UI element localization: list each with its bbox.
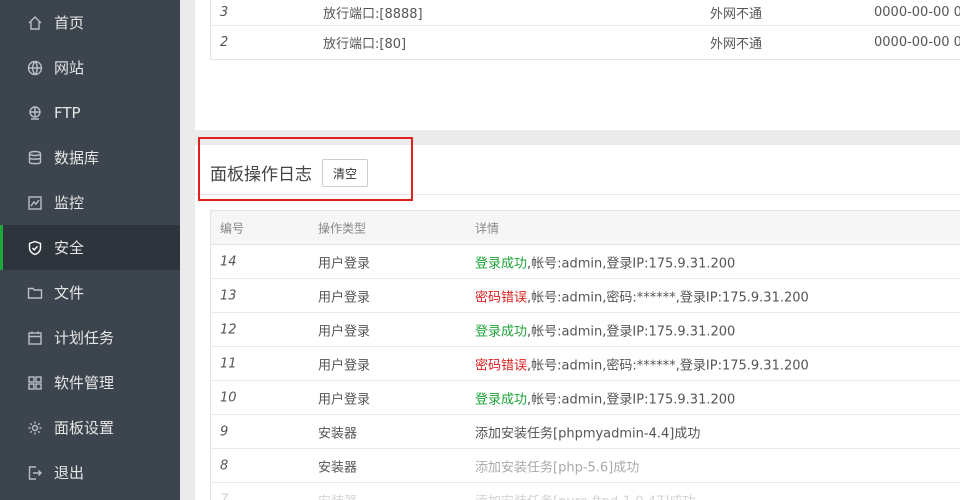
row-detail: 登录成功,帐号:admin,登录IP:175.9.31.200 bbox=[475, 252, 735, 271]
shield-icon bbox=[26, 239, 44, 257]
log-table: 编号 操作类型 详情 14 用户登录 登录成功,帐号:admin,登录IP:17… bbox=[210, 210, 960, 500]
row-time: 0000-00-00 00:0 bbox=[874, 5, 960, 20]
table-row: 13 用户登录 密码错误,帐号:admin,密码:******,登录IP:175… bbox=[211, 279, 960, 313]
sidebar-item-logout[interactable]: 退出 bbox=[0, 450, 180, 495]
sidebar-item-label: 首页 bbox=[54, 14, 85, 32]
table-row: 9 安装器 添加安装任务[phpmyadmin-4.4]成功 bbox=[211, 415, 960, 449]
row-detail: 添加安装任务[phpmyadmin-4.4]成功 bbox=[475, 426, 701, 441]
row-detail: 密码错误,帐号:admin,密码:******,登录IP:175.9.31.20… bbox=[475, 354, 809, 373]
table-header: 编号 操作类型 详情 bbox=[211, 211, 960, 245]
sidebar-item-home[interactable]: 首页 bbox=[0, 0, 180, 45]
status-ok: 登录成功 bbox=[475, 392, 528, 407]
table-row: 10 用户登录 登录成功,帐号:admin,登录IP:175.9.31.200 bbox=[211, 381, 960, 415]
detail-text: ,帐号:admin,密码:******,登录IP:175.9.31.200 bbox=[527, 358, 809, 373]
row-type: 安装器 bbox=[318, 490, 357, 500]
table-row: 3 放行端口:[8888] 外网不通 0000-00-00 00:0 bbox=[211, 0, 960, 25]
sidebar-item-label: 监控 bbox=[54, 194, 85, 212]
header-id: 编号 bbox=[220, 221, 245, 235]
row-status: 外网不通 bbox=[710, 37, 763, 52]
row-detail: 添加安装任务[pure-ftpd-1.0.47]成功 bbox=[475, 490, 695, 500]
status-error: 密码错误 bbox=[475, 358, 528, 373]
sidebar-item-software[interactable]: 软件管理 bbox=[0, 360, 180, 405]
sidebar-item-label: 退出 bbox=[54, 464, 85, 482]
row-type: 安装器 bbox=[318, 426, 358, 441]
row-id: 7 bbox=[220, 492, 229, 500]
calendar-icon bbox=[26, 329, 44, 347]
database-icon bbox=[26, 149, 44, 167]
clear-logs-button[interactable]: 清空 bbox=[322, 159, 368, 187]
row-detail: 登录成功,帐号:admin,登录IP:175.9.31.200 bbox=[475, 388, 735, 407]
sidebar-item-files[interactable]: 文件 bbox=[0, 270, 180, 315]
sidebar-item-website[interactable]: 网站 bbox=[0, 45, 180, 90]
sidebar-item-settings[interactable]: 面板设置 bbox=[0, 405, 180, 450]
table-row: 14 用户登录 登录成功,帐号:admin,登录IP:175.9.31.200 bbox=[211, 245, 960, 279]
table-row: 2 放行端口:[80] 外网不通 0000-00-00 00:0 bbox=[211, 25, 960, 59]
row-id: 12 bbox=[220, 322, 237, 337]
row-detail: 密码错误,帐号:admin,密码:******,登录IP:175.9.31.20… bbox=[475, 286, 809, 305]
row-type: 用户登录 bbox=[318, 256, 371, 271]
sidebar-item-label: 安全 bbox=[54, 239, 85, 257]
sidebar-item-label: 计划任务 bbox=[54, 329, 115, 347]
sidebar-item-cron[interactable]: 计划任务 bbox=[0, 315, 180, 360]
sidebar-item-security[interactable]: 安全 bbox=[0, 225, 180, 270]
table-row: 11 用户登录 密码错误,帐号:admin,密码:******,登录IP:175… bbox=[211, 347, 960, 381]
monitor-icon bbox=[26, 194, 44, 212]
row-detail: 登录成功,帐号:admin,登录IP:175.9.31.200 bbox=[475, 320, 735, 339]
status-ok: 登录成功 bbox=[475, 256, 528, 271]
row-status: 外网不通 bbox=[710, 7, 763, 22]
status-ok: 登录成功 bbox=[475, 324, 528, 339]
detail-text: ,帐号:admin,密码:******,登录IP:175.9.31.200 bbox=[527, 290, 809, 305]
sidebar: 首页 网站 FTP 数据库 监控 安全 文件 计划任务 软件管理 面板设置 退出 bbox=[0, 0, 180, 500]
sidebar-item-monitor[interactable]: 监控 bbox=[0, 180, 180, 225]
sidebar-item-label: 数据库 bbox=[54, 149, 100, 167]
row-type: 安装器 bbox=[318, 460, 358, 475]
row-id: 11 bbox=[220, 356, 237, 371]
sidebar-item-label: 面板设置 bbox=[54, 419, 115, 437]
detail-text: ,帐号:admin,登录IP:175.9.31.200 bbox=[527, 324, 736, 339]
sidebar-item-database[interactable]: 数据库 bbox=[0, 135, 180, 180]
row-type: 用户登录 bbox=[318, 324, 371, 339]
status-error: 密码错误 bbox=[475, 290, 528, 305]
apps-icon bbox=[26, 374, 44, 392]
log-header: 面板操作日志 清空 bbox=[195, 145, 960, 195]
row-type: 用户登录 bbox=[318, 290, 371, 305]
sidebar-item-label: 软件管理 bbox=[54, 374, 115, 392]
row-time: 0000-00-00 00:0 bbox=[874, 35, 960, 50]
sidebar-item-label: FTP bbox=[54, 103, 81, 122]
gear-icon bbox=[26, 419, 44, 437]
row-type: 用户登录 bbox=[318, 358, 371, 373]
header-type: 操作类型 bbox=[318, 221, 367, 235]
row-type: 用户登录 bbox=[318, 392, 371, 407]
row-name: 放行端口:[8888] bbox=[323, 7, 423, 22]
row-id: 3 bbox=[220, 5, 229, 20]
ftp-icon bbox=[26, 104, 44, 122]
row-id: 8 bbox=[220, 458, 229, 473]
detail-text: ,帐号:admin,登录IP:175.9.31.200 bbox=[527, 256, 736, 271]
sidebar-item-label: 文件 bbox=[54, 284, 85, 302]
row-id: 13 bbox=[220, 288, 237, 303]
row-id: 10 bbox=[220, 390, 237, 405]
globe-icon bbox=[26, 59, 44, 77]
table-row: 12 用户登录 登录成功,帐号:admin,登录IP:175.9.31.200 bbox=[211, 313, 960, 347]
log-panel: 面板操作日志 清空 编号 操作类型 详情 14 用户登录 登录成功,帐号:adm… bbox=[195, 145, 960, 500]
detail-text: ,帐号:admin,登录IP:175.9.31.200 bbox=[527, 392, 736, 407]
logout-icon bbox=[26, 464, 44, 482]
row-name: 放行端口:[80] bbox=[323, 37, 407, 52]
sidebar-item-label: 网站 bbox=[54, 59, 85, 77]
firewall-table: 3 放行端口:[8888] 外网不通 0000-00-00 00:0 2 放行端… bbox=[210, 0, 960, 60]
row-id: 2 bbox=[220, 35, 229, 50]
folder-icon bbox=[26, 284, 44, 302]
row-id: 14 bbox=[220, 254, 237, 269]
table-row: 8 安装器 添加安装任务[php-5.6]成功 bbox=[211, 449, 960, 483]
row-id: 9 bbox=[220, 424, 229, 439]
firewall-panel: 3 放行端口:[8888] 外网不通 0000-00-00 00:0 2 放行端… bbox=[195, 0, 960, 130]
log-title: 面板操作日志 bbox=[210, 165, 312, 185]
table-row: 7 安装器 添加安装任务[pure-ftpd-1.0.47]成功 bbox=[211, 483, 960, 500]
row-detail: 添加安装任务[php-5.6]成功 bbox=[475, 460, 640, 475]
header-detail: 详情 bbox=[475, 221, 500, 235]
home-icon bbox=[26, 14, 44, 32]
sidebar-item-ftp[interactable]: FTP bbox=[0, 90, 180, 135]
